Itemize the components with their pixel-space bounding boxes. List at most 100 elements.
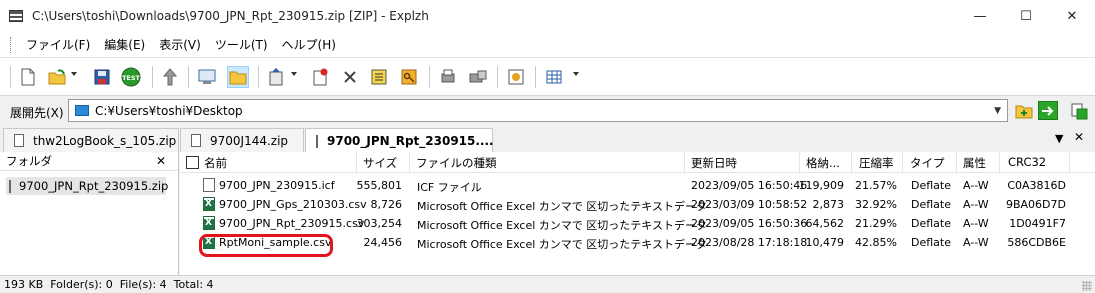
extract-options-icon[interactable] [1069,101,1089,120]
tab-archive-1[interactable]: thw2LogBook_s_105.zip [3,128,179,152]
table-row[interactable]: 9700_JPN_Rpt_230915.csv 303,254 Microsof… [180,214,1095,233]
cell-type: Microsoft Office Excel カンマで 区切ったテキストデータ [417,238,707,251]
tab-label: thw2LogBook_s_105.zip [33,133,177,148]
new-archive-icon[interactable] [17,66,39,88]
table-row[interactable]: 9700_JPN_230915.icf 555,801 ICF ファイル 202… [180,176,1095,195]
tab-label: 9700J144.zip [210,133,289,148]
cell-method: Deflate [911,236,951,249]
save-icon[interactable] [91,66,113,88]
column-header-type[interactable]: ファイルの種類 [416,155,497,171]
cell-ratio: 32.92% [855,198,897,211]
annotation-highlight [199,234,333,257]
folder-pane-title: フォルダ [6,154,52,168]
folder-tree-item[interactable]: 9700_JPN_Rpt_230915.zip [6,177,169,195]
add-icon[interactable] [265,66,287,88]
extract-destination-path: C:¥Users¥toshi¥Desktop [95,103,243,118]
cell-type: Microsoft Office Excel カンマで 区切ったテキストデータ [417,219,707,232]
table-row[interactable]: 9700_JPN_Gps_210303.csv 8,726 Microsoft … [180,195,1095,214]
extract-destination-input[interactable]: C:¥Users¥toshi¥Desktop ▼ [68,99,1008,122]
app-icon[interactable] [9,10,23,22]
cell-crc32: 9BA06D7D [1005,198,1066,211]
delete-marked-icon[interactable] [309,66,331,88]
folder-pane: フォルダ ✕ 9700_JPN_Rpt_230915.zip [0,152,179,275]
cell-ratio: 42.85% [855,236,897,249]
delete-icon[interactable] [339,66,361,88]
add-dropdown-icon[interactable] [291,72,297,76]
cell-ratio: 21.57% [855,179,897,192]
tab-archive-2[interactable]: 9700J144.zip [180,128,304,152]
column-header-size[interactable]: サイズ [363,155,397,171]
cell-name: 9700_JPN_230915.icf [219,179,335,192]
select-all-checkbox[interactable] [186,156,199,169]
browse-folder-icon[interactable] [1014,101,1034,120]
open-folder-icon[interactable] [227,66,249,88]
column-header-crc32[interactable]: CRC32 [1008,155,1046,169]
menu-edit[interactable]: 編集(E) [97,36,152,53]
menu-file[interactable]: ファイル(F) [19,36,97,53]
tab-list-dropdown-icon[interactable]: ▼ [1055,132,1063,145]
title-bar: C:\Users\toshi\Downloads\9700_JPN_Rpt_23… [0,0,1095,32]
extract-go-icon[interactable] [1038,101,1058,120]
extract-destination-label: 展開先(X) [10,106,64,120]
cell-size: 555,801 [356,179,403,192]
cell-type: Microsoft Office Excel カンマで 区切ったテキストデータ [417,200,707,213]
toolbar-separator [429,66,430,88]
status-text: 193 KB Folder(s): 0 File(s): 4 Total: 4 [4,278,214,291]
properties-icon[interactable] [368,66,390,88]
toolbar-separator [535,66,536,88]
cell-attributes: A--W [963,236,989,249]
toolbar-separator [258,66,259,88]
column-header-packed[interactable]: 格納... [806,155,840,171]
menu-tools[interactable]: ツール(T) [208,36,275,53]
print-icon[interactable] [437,66,459,88]
column-header-name[interactable]: 名前 [204,155,227,171]
cell-modified: 2023/08/28 17:18:18 [691,236,808,249]
cell-modified: 2023/09/05 16:50:36 [691,217,808,230]
view-icon[interactable] [196,66,218,88]
menu-help[interactable]: ヘルプ(H) [275,36,343,53]
toolbar-separator [152,66,153,88]
view-mode-dropdown-icon[interactable] [573,72,579,76]
info-icon[interactable] [505,66,527,88]
print-preview-icon[interactable] [467,66,489,88]
cell-modified: 2023/03/09 10:58:52 [691,198,808,211]
resize-grip[interactable] [1082,281,1092,291]
close-button[interactable]: ✕ [1049,0,1095,32]
cell-method: Deflate [911,179,951,192]
column-header-modified[interactable]: 更新日時 [691,155,737,171]
menu-bar: ファイル(F) 編集(E) 表示(V) ツール(T) ヘルプ(H) [0,32,1095,58]
cell-name: 9700_JPN_Rpt_230915.csv [219,217,365,230]
cell-packed: 119,909 [798,179,845,192]
cell-size: 24,456 [363,236,403,249]
status-bar: 193 KB Folder(s): 0 File(s): 4 Total: 4 [0,275,1095,293]
test-icon[interactable]: TEST [120,66,142,88]
tab-label: 9700_JPN_Rpt_230915.... [327,134,494,148]
cell-crc32: 586CDB6E [1007,236,1066,249]
file-icon [203,178,215,192]
open-dropdown-icon[interactable] [71,72,77,76]
maximize-button[interactable]: ☐ [1003,0,1049,32]
excel-csv-icon [203,216,215,230]
close-tab-icon[interactable]: ✕ [1074,130,1084,144]
minimize-button[interactable]: — [957,0,1003,32]
open-icon[interactable] [46,66,68,88]
folder-tree-label: 9700_JPN_Rpt_230915.zip [19,179,169,193]
file-icon [316,134,318,148]
column-header-method[interactable]: タイプ [910,155,945,171]
menu-grip[interactable] [10,36,13,53]
extract-icon[interactable] [159,66,181,88]
key-icon[interactable] [398,66,420,88]
window-title: C:\Users\toshi\Downloads\9700_JPN_Rpt_23… [32,9,429,23]
cell-method: Deflate [911,217,951,230]
tab-archive-3[interactable]: 9700_JPN_Rpt_230915.... [305,128,494,153]
chevron-down-icon[interactable]: ▼ [994,106,1001,116]
extract-destination-bar: 展開先(X) C:¥Users¥toshi¥Desktop ▼ [0,96,1095,126]
column-header-ratio[interactable]: 圧縮率 [859,155,894,171]
file-icon [191,134,201,147]
cell-attributes: A--W [963,179,989,192]
column-header-attributes[interactable]: 属性 [963,155,986,171]
desktop-icon [75,105,89,116]
view-mode-icon[interactable] [543,66,565,88]
close-icon[interactable]: ✕ [156,154,166,168]
menu-view[interactable]: 表示(V) [152,36,208,53]
